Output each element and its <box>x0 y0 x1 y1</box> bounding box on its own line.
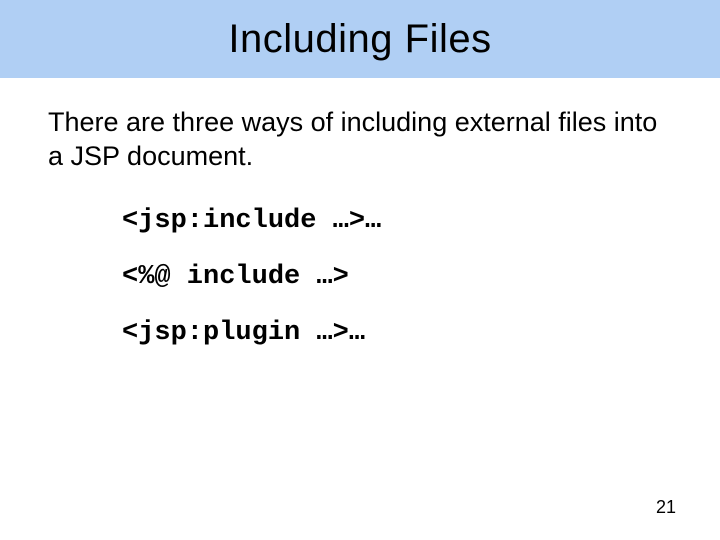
code-line-jsp-plugin: <jsp:plugin …>… <box>122 318 672 348</box>
code-list: <jsp:include …>… <%@ include …> <jsp:plu… <box>48 206 672 348</box>
intro-text: There are three ways of including extern… <box>48 106 672 174</box>
page-number: 21 <box>656 497 676 518</box>
code-line-directive-include: <%@ include …> <box>122 262 672 292</box>
title-bar: Including Files <box>0 0 720 78</box>
code-line-jsp-include: <jsp:include …>… <box>122 206 672 236</box>
slide-body: There are three ways of including extern… <box>0 78 720 348</box>
slide-title: Including Files <box>228 17 491 62</box>
slide: Including Files There are three ways of … <box>0 0 720 540</box>
